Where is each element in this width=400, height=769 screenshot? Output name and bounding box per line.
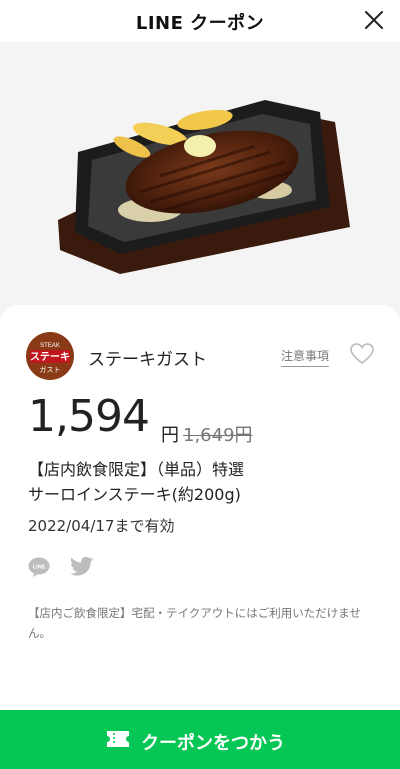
steak-photo — [58, 100, 350, 274]
brand-logo: STEAK ステーキ ガスト — [26, 332, 74, 380]
use-coupon-label: クーポンをつかう — [141, 733, 285, 754]
svg-text:LINE: LINE — [33, 565, 46, 571]
brand-name: ステーキガスト — [88, 350, 207, 370]
header-title: LINE クーポン — [135, 13, 265, 34]
heart-icon[interactable] — [350, 343, 374, 365]
use-coupon-button[interactable]: クーポンをつかう — [0, 710, 400, 769]
svg-text:ステーキ: ステーキ — [30, 351, 70, 363]
hero-image — [0, 42, 400, 320]
close-icon[interactable] — [364, 10, 384, 30]
usage-note: 【店内ご飲食限定】宅配・テイクアウトにはご利用いただけません。 — [28, 606, 361, 640]
svg-text:ガスト: ガスト — [40, 365, 61, 374]
price-unit: 円 — [161, 425, 179, 446]
ticket-icon — [107, 731, 129, 747]
header-bar: LINE クーポン — [0, 0, 400, 42]
twitter-share-icon[interactable] — [70, 557, 94, 577]
expiry-date: 2022/04/17まで有効 — [28, 517, 175, 535]
coupon-title: 【店内飲食限定】（単品）特選 サーロインステーキ(約200g) — [28, 457, 373, 507]
coupon-title-line2: サーロインステーキ(約200g) — [28, 485, 241, 504]
price: 1,594 — [28, 391, 150, 442]
svg-text:STEAK: STEAK — [40, 343, 60, 349]
notes-link[interactable]: 注意事項 — [281, 347, 330, 367]
coupon-title-line1: 【店内飲食限定】（単品）特選 — [28, 460, 245, 479]
line-share-icon[interactable]: LINE — [28, 557, 50, 577]
original-price: 1,649円 — [183, 425, 253, 446]
coupon-card: STEAK ステーキ ガスト ステーキガスト 注意事項 1,594 円 1,64… — [0, 305, 400, 769]
